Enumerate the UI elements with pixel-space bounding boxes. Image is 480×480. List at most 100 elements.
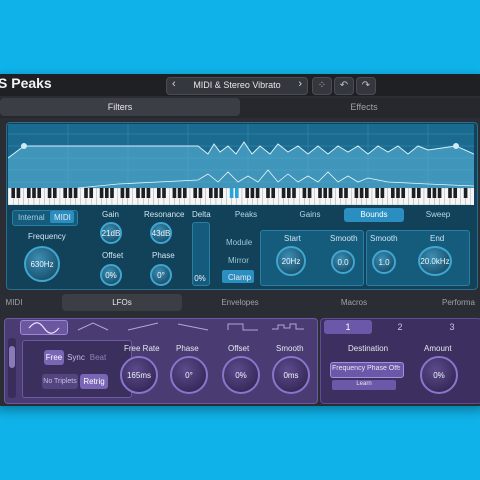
black-key[interactable] (437, 188, 442, 198)
gain-label: Gain (102, 210, 119, 219)
black-key[interactable] (229, 188, 234, 198)
tab-envelopes[interactable]: Envelopes (190, 294, 290, 311)
black-key[interactable] (52, 188, 57, 198)
black-key[interactable] (99, 188, 104, 198)
black-key[interactable] (162, 188, 166, 198)
mod-slot-2[interactable]: 2 (376, 320, 424, 334)
black-key[interactable] (234, 188, 239, 198)
black-key[interactable] (302, 188, 307, 198)
black-key[interactable] (104, 188, 109, 198)
black-key[interactable] (281, 188, 286, 198)
black-key[interactable] (198, 188, 203, 198)
black-key[interactable] (84, 188, 88, 198)
black-key[interactable] (292, 188, 296, 198)
black-key[interactable] (214, 188, 218, 198)
black-key[interactable] (271, 188, 276, 198)
lfo-shape-triangle[interactable] (70, 320, 116, 333)
black-key[interactable] (380, 188, 385, 198)
black-key[interactable] (89, 188, 94, 198)
tab-lfos[interactable]: LFOs (62, 294, 182, 311)
randomize-icon[interactable]: ⁘ (312, 77, 332, 95)
black-key[interactable] (416, 188, 421, 198)
black-key[interactable] (323, 188, 328, 198)
tab-midi[interactable]: MIDI (0, 294, 34, 311)
black-key[interactable] (463, 188, 468, 198)
black-key[interactable] (307, 188, 312, 198)
lfo-beat-button[interactable]: Beat (88, 350, 108, 365)
module-mirror[interactable]: Mirror (228, 256, 249, 265)
black-key[interactable] (432, 188, 437, 198)
plugin-window: S Peaks ‹ MIDI & Stereo Vibrato › ⁘ ↶ ↷ … (0, 74, 480, 406)
black-key[interactable] (448, 188, 452, 198)
black-key[interactable] (172, 188, 177, 198)
mod-slot-3[interactable]: 3 (428, 320, 476, 334)
black-key[interactable] (136, 188, 140, 198)
black-key[interactable] (255, 188, 260, 198)
black-key[interactable] (318, 188, 322, 198)
black-key[interactable] (286, 188, 291, 198)
black-key[interactable] (245, 188, 250, 198)
mod-slot-1[interactable]: 1 (324, 320, 372, 334)
subtab-sweep[interactable]: Sweep (408, 208, 468, 222)
black-key[interactable] (32, 188, 36, 198)
lfo-sync-button[interactable]: Sync (66, 350, 86, 365)
black-key[interactable] (73, 188, 78, 198)
black-key[interactable] (396, 188, 400, 198)
tab-effects[interactable]: Effects (244, 98, 480, 116)
lfo-retrig-button[interactable]: Retrig (80, 374, 108, 389)
black-key[interactable] (26, 188, 31, 198)
black-key[interactable] (120, 188, 125, 198)
black-key[interactable] (16, 188, 21, 198)
black-key[interactable] (250, 188, 255, 198)
mode-internal[interactable]: Internal (18, 213, 45, 222)
black-key[interactable] (219, 188, 224, 198)
black-key[interactable] (193, 188, 198, 198)
lfo-no-triplets-button[interactable]: No Triplets (42, 374, 78, 389)
black-key[interactable] (266, 188, 270, 198)
filter-response-graph[interactable] (8, 124, 474, 190)
black-key[interactable] (37, 188, 42, 198)
black-key[interactable] (208, 188, 213, 198)
redo-icon[interactable]: ↷ (356, 77, 376, 95)
tab-macros[interactable]: Macros (304, 294, 404, 311)
lfo-free-button[interactable]: Free (44, 350, 64, 365)
black-key[interactable] (375, 188, 380, 198)
subtab-peaks[interactable]: Peaks (216, 208, 276, 222)
black-key[interactable] (146, 188, 151, 198)
black-key[interactable] (354, 188, 359, 198)
subtab-bounds[interactable]: Bounds (344, 208, 404, 222)
lfo-shape-saw[interactable] (120, 320, 166, 333)
subtab-gains[interactable]: Gains (280, 208, 340, 222)
lfo-shape-sine[interactable] (20, 320, 68, 335)
black-key[interactable] (359, 188, 364, 198)
black-key[interactable] (427, 188, 432, 198)
black-key[interactable] (141, 188, 146, 198)
black-key[interactable] (453, 188, 458, 198)
black-key[interactable] (344, 188, 348, 198)
black-key[interactable] (47, 188, 52, 198)
lfo-shape-ramp[interactable] (170, 320, 216, 333)
next-preset-icon[interactable]: › (298, 78, 302, 90)
black-key[interactable] (364, 188, 369, 198)
black-key[interactable] (11, 188, 16, 198)
piano-keyboard[interactable] (8, 188, 474, 205)
black-key[interactable] (338, 188, 343, 198)
lfo-shape-steps[interactable] (266, 320, 312, 333)
preset-selector[interactable]: ‹ MIDI & Stereo Vibrato › (166, 77, 308, 95)
black-key[interactable] (68, 188, 73, 198)
tab-filters[interactable]: Filters (0, 98, 240, 116)
black-key[interactable] (125, 188, 130, 198)
black-key[interactable] (110, 188, 114, 198)
lfo-scroll-thumb[interactable] (9, 346, 15, 368)
tab-performance[interactable]: Performa (442, 294, 480, 311)
black-key[interactable] (156, 188, 161, 198)
black-key[interactable] (411, 188, 416, 198)
black-key[interactable] (328, 188, 333, 198)
undo-icon[interactable]: ↶ (334, 77, 354, 95)
black-key[interactable] (182, 188, 187, 198)
black-key[interactable] (401, 188, 406, 198)
black-key[interactable] (63, 188, 68, 198)
black-key[interactable] (177, 188, 182, 198)
lfo-shape-square[interactable] (220, 320, 266, 333)
black-key[interactable] (390, 188, 395, 198)
